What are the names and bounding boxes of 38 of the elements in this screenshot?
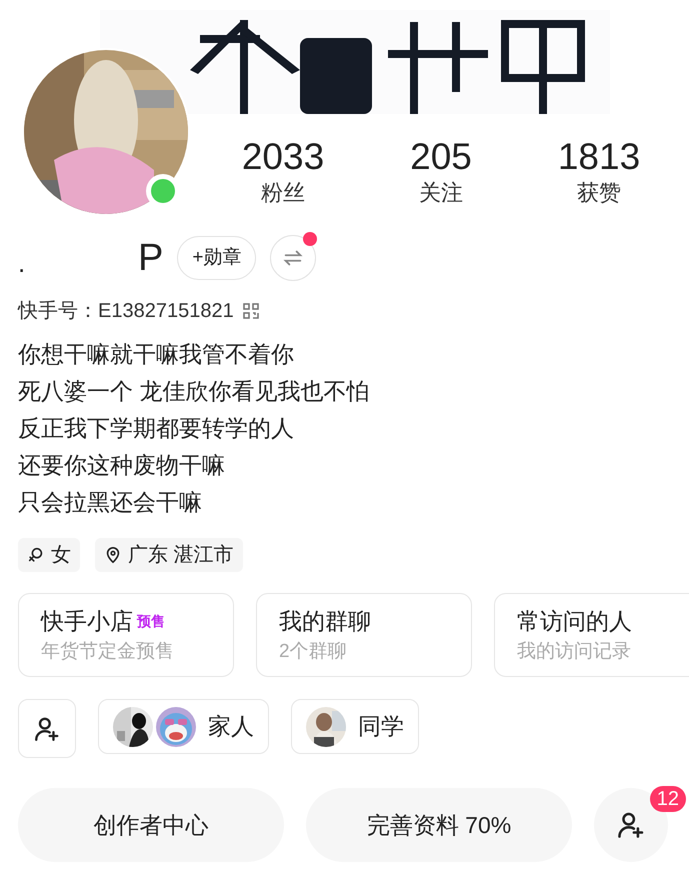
name-text: . bbox=[18, 247, 26, 280]
bio-line: 只会拉黑还会干嘛 bbox=[18, 488, 203, 517]
name-text: P bbox=[138, 238, 164, 278]
bio-line: 死八婆一个 龙佳欣你看见我也不怕 bbox=[18, 377, 370, 406]
stat-label[interactable]: 获赞 bbox=[577, 178, 621, 208]
stat-value: 205 bbox=[410, 136, 472, 178]
bio-line: 反正我下学期都要转学的人 bbox=[18, 414, 295, 443]
presale-label: 预售 bbox=[137, 612, 165, 630]
bio-line: 还要你这种废物干嘛 bbox=[18, 451, 226, 480]
tag-text: 女 bbox=[51, 543, 71, 568]
card-title: 快手小店 bbox=[41, 607, 133, 636]
count-badge: 12 bbox=[650, 786, 686, 812]
account-id: 快手号：E13827151821 bbox=[18, 299, 234, 324]
card-title: 我的群聊 bbox=[279, 607, 371, 636]
shortcut-card[interactable]: 常访问的人 我的访问记录 bbox=[494, 593, 689, 677]
stat-value: 1813 bbox=[558, 136, 640, 178]
switch-button[interactable] bbox=[270, 235, 316, 281]
add-person-icon bbox=[616, 810, 646, 840]
stat-label[interactable]: 关注 bbox=[419, 178, 463, 208]
complete-profile-button[interactable]: 完善资料 70% bbox=[306, 788, 572, 862]
card-subtitle: 年货节定金预售 bbox=[41, 640, 175, 664]
shortcut-card[interactable]: 我的群聊 2个群聊 bbox=[256, 593, 472, 677]
creator-center-button[interactable]: 创作者中心 bbox=[18, 788, 284, 862]
location-pin-icon bbox=[104, 546, 122, 564]
female-icon bbox=[27, 546, 45, 564]
card-title: 常访问的人 bbox=[517, 607, 632, 636]
add-person-icon bbox=[33, 714, 61, 742]
stat-label[interactable]: 粉丝 bbox=[261, 178, 305, 208]
card-subtitle: 我的访问记录 bbox=[517, 640, 632, 664]
bio-line: 你想干嘛就干嘛我管不着你 bbox=[18, 340, 295, 369]
tag-text: 广东 湛江市 bbox=[128, 543, 234, 568]
add-group-button[interactable] bbox=[18, 699, 76, 758]
stat-value: 2033 bbox=[242, 136, 324, 178]
group-chip[interactable]: 家人 bbox=[98, 699, 269, 754]
medal-button[interactable]: +勋章 bbox=[177, 236, 256, 280]
group-chip[interactable]: 同学 bbox=[291, 699, 419, 754]
qr-code-icon[interactable] bbox=[242, 302, 260, 320]
card-subtitle: 2个群聊 bbox=[279, 640, 348, 664]
